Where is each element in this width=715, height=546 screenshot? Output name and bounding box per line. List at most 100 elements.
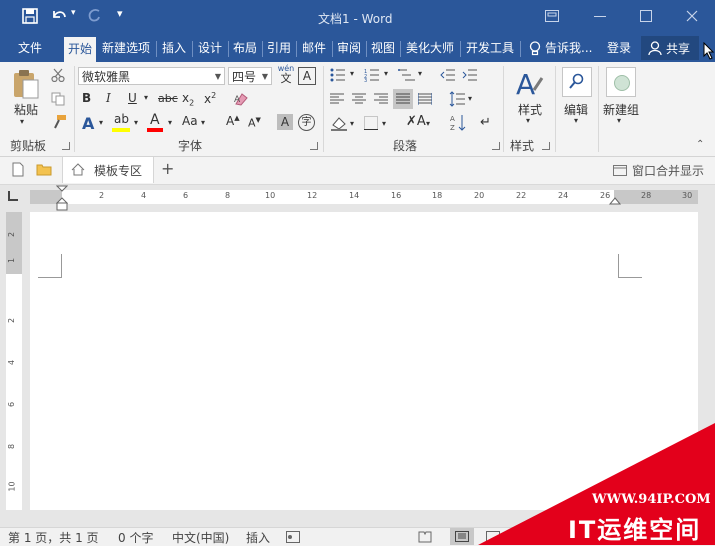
align-center-icon[interactable]	[352, 93, 366, 105]
word-count[interactable]: 0 个字	[118, 529, 153, 546]
bold-button[interactable]: B	[82, 91, 91, 105]
sort-icon[interactable]: AZ	[450, 114, 466, 132]
open-folder-icon[interactable]	[36, 163, 52, 176]
strikethrough-button[interactable]: abc	[158, 92, 178, 105]
styles-icon[interactable]: A	[514, 68, 544, 98]
paste-icon[interactable]	[12, 68, 40, 100]
shading-icon[interactable]	[330, 115, 348, 131]
text-direction-dropdown-icon[interactable]: ▾	[426, 119, 430, 128]
underline-button[interactable]: U	[128, 91, 137, 105]
editing-icon-box[interactable]	[562, 67, 592, 97]
subscript-button[interactable]: x2	[182, 91, 194, 107]
close-button[interactable]	[686, 10, 698, 22]
paste-button[interactable]: 粘贴	[10, 101, 42, 118]
align-right-icon[interactable]	[374, 93, 388, 105]
bullets-icon[interactable]	[330, 68, 346, 82]
tab-view[interactable]: 视图	[368, 34, 398, 62]
text-direction-button[interactable]: ✗A	[406, 114, 426, 129]
tab-home[interactable]: 开始	[64, 37, 96, 62]
new-group-dropdown-icon[interactable]: ▾	[617, 116, 621, 125]
justify-button[interactable]	[393, 89, 413, 109]
tab-layout[interactable]: 布局	[230, 34, 260, 62]
underline-dropdown-icon[interactable]: ▾	[144, 93, 148, 102]
highlight-dropdown-icon[interactable]: ▾	[134, 118, 138, 127]
character-border-button[interactable]: A	[298, 67, 316, 85]
print-layout-button[interactable]	[450, 528, 474, 545]
text-effects-button[interactable]: A	[82, 114, 94, 133]
tab-mailings[interactable]: 邮件	[298, 34, 330, 62]
window-merge-label[interactable]: 窗口合并显示	[632, 162, 704, 179]
change-case-button[interactable]: Aa	[182, 114, 198, 128]
align-left-icon[interactable]	[330, 93, 344, 105]
tab-references[interactable]: 引用	[264, 34, 294, 62]
font-color-dropdown-icon[interactable]: ▾	[168, 118, 172, 127]
numbering-icon[interactable]: 123	[364, 68, 380, 82]
phonetic-guide-button[interactable]: wén 文	[277, 64, 295, 85]
tab-file[interactable]: 文件	[8, 34, 52, 62]
ribbon-display-options-icon[interactable]	[545, 10, 559, 22]
superscript-button[interactable]: x2	[204, 91, 216, 106]
grow-font-button[interactable]: A▲	[226, 114, 240, 128]
paste-dropdown-icon[interactable]: ▾	[20, 117, 24, 126]
character-shading-button[interactable]: A	[277, 114, 293, 130]
bullets-dropdown-icon[interactable]: ▾	[350, 69, 354, 78]
multilevel-dropdown-icon[interactable]: ▾	[418, 69, 422, 78]
sign-in-link[interactable]: 登录	[603, 34, 635, 62]
borders-dropdown-icon[interactable]: ▾	[382, 119, 386, 128]
read-mode-icon[interactable]	[418, 531, 432, 543]
font-name-box[interactable]: 微软雅黑 ▼	[78, 67, 225, 85]
editing-dropdown-icon[interactable]: ▾	[574, 116, 578, 125]
tab-beautify-master[interactable]: 美化大师	[402, 34, 458, 62]
font-size-box[interactable]: 四号 ▼	[228, 67, 272, 85]
undo-dropdown-icon[interactable]: ▾	[71, 8, 76, 18]
tab-developer[interactable]: 开发工具	[462, 34, 518, 62]
template-tab[interactable]: 模板专区	[62, 157, 154, 183]
styles-dropdown-icon[interactable]: ▾	[526, 116, 530, 125]
clear-formatting-icon[interactable]: A	[233, 92, 249, 106]
font-launcher-icon[interactable]	[310, 142, 318, 150]
macro-record-icon[interactable]	[286, 531, 300, 543]
numbering-dropdown-icon[interactable]: ▾	[384, 69, 388, 78]
distributed-icon[interactable]	[418, 93, 432, 105]
line-spacing-icon[interactable]	[449, 91, 465, 107]
minimize-button[interactable]	[594, 16, 606, 17]
show-marks-button[interactable]: ↵	[480, 115, 491, 130]
tab-insert[interactable]: 插入	[158, 34, 190, 62]
increase-indent-icon[interactable]	[462, 68, 478, 82]
clipboard-launcher-icon[interactable]	[62, 142, 70, 150]
undo-icon[interactable]	[50, 7, 68, 23]
copy-icon[interactable]	[51, 92, 65, 106]
save-icon[interactable]	[22, 8, 38, 24]
borders-icon[interactable]	[364, 116, 378, 130]
line-spacing-dropdown-icon[interactable]: ▾	[468, 94, 472, 103]
italic-button[interactable]: I	[106, 91, 111, 105]
shading-dropdown-icon[interactable]: ▾	[350, 119, 354, 128]
multilevel-list-icon[interactable]	[398, 68, 416, 82]
language[interactable]: 中文(中国)	[172, 529, 229, 546]
share-button[interactable]: 共享	[641, 36, 699, 60]
maximize-button[interactable]	[640, 10, 652, 22]
vertical-ruler[interactable]	[6, 274, 22, 510]
tab-design[interactable]: 设计	[194, 34, 226, 62]
decrease-indent-icon[interactable]	[440, 68, 456, 82]
indent-markers-icon[interactable]	[56, 185, 68, 213]
redo-icon[interactable]	[86, 7, 102, 23]
right-indent-marker-icon[interactable]	[609, 197, 621, 205]
format-painter-icon[interactable]	[51, 114, 67, 130]
paragraph-launcher-icon[interactable]	[492, 142, 500, 150]
window-merge-icon[interactable]	[613, 165, 627, 176]
highlight-button[interactable]: ab	[114, 112, 129, 126]
add-tab-icon[interactable]: +	[161, 159, 174, 178]
customize-toolbar-icon[interactable]: ▾	[117, 7, 123, 20]
tab-selector-icon[interactable]	[8, 191, 18, 201]
enclose-characters-button[interactable]: 字	[298, 114, 315, 131]
new-group-icon-box[interactable]	[606, 67, 636, 97]
change-case-dropdown-icon[interactable]: ▾	[201, 118, 205, 127]
collapse-ribbon-icon[interactable]: ⌃	[696, 139, 704, 150]
tab-review[interactable]: 审阅	[334, 34, 364, 62]
insert-mode[interactable]: 插入	[246, 529, 270, 546]
new-document-icon[interactable]	[12, 162, 24, 177]
shrink-font-button[interactable]: A▼	[248, 116, 261, 130]
font-color-button[interactable]: A	[150, 112, 160, 128]
cut-icon[interactable]	[51, 68, 65, 82]
